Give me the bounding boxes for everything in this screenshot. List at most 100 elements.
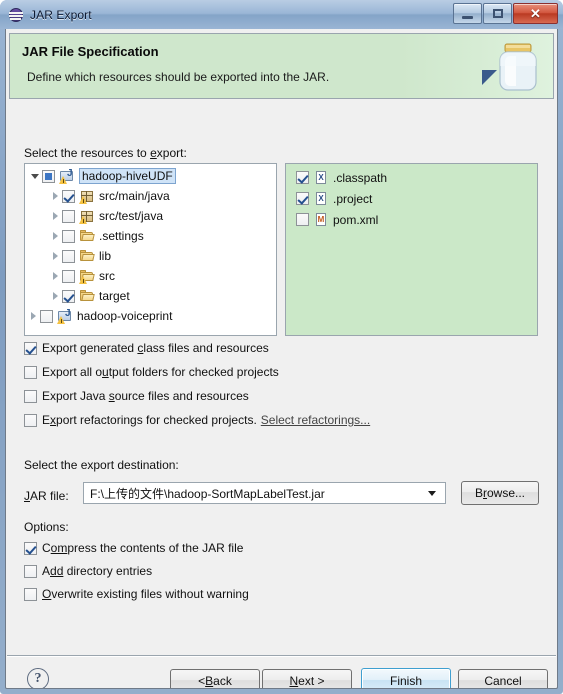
jar-option-row[interactable]: Compress the contents of the JAR file (24, 541, 243, 555)
export-option-checkbox[interactable] (24, 341, 37, 355)
tree-row[interactable]: Jhadoop-hiveUDF (25, 166, 276, 186)
folder-icon (79, 228, 95, 244)
close-icon: ✕ (530, 6, 541, 21)
chevron-right-icon[interactable] (53, 232, 58, 240)
tree-row[interactable]: .settings (25, 226, 276, 246)
export-option-label: Export all output folders for checked pr… (42, 365, 279, 379)
chevron-down-icon[interactable] (428, 490, 436, 496)
jar-option-checkbox[interactable] (24, 587, 37, 601)
options-section-label: Options: (24, 520, 69, 534)
maven-file-icon: M (316, 212, 326, 226)
file-checkbox[interactable] (296, 171, 309, 184)
tree-row[interactable]: src/main/java (25, 186, 276, 206)
help-button[interactable]: ? (27, 668, 49, 688)
title-bar: JAR Export ✕ (0, 0, 563, 29)
button-bar: ? < Back Next > Finish Cancel (6, 656, 557, 688)
jar-option-label: Compress the contents of the JAR file (42, 541, 244, 555)
tree-checkbox[interactable] (62, 269, 75, 283)
tree-item-label: src (99, 269, 115, 283)
export-option-checkbox[interactable] (24, 365, 37, 379)
folder-icon (79, 248, 95, 264)
export-arrow-icon (482, 70, 497, 85)
export-option-row[interactable]: Export all output folders for checked pr… (24, 365, 279, 379)
maximize-button[interactable] (483, 3, 512, 24)
file-list-item[interactable]: Mpom.xml (286, 209, 537, 230)
jar-file-combo[interactable]: F:\上传的文件\hadoop-SortMapLabelTest.jar (83, 482, 446, 504)
window-controls: ✕ (452, 3, 558, 24)
jar-jar-icon (499, 43, 537, 91)
xml-file-icon: X (313, 191, 329, 207)
tree-checkbox[interactable] (42, 169, 55, 183)
chevron-right-icon[interactable] (31, 312, 36, 320)
export-option-checkbox[interactable] (24, 413, 37, 427)
file-checkbox[interactable] (296, 192, 309, 205)
jar-export-dialog: JAR Export ✕ JAR File Specification Defi… (0, 0, 563, 694)
dialog-client-area: JAR File Specification Define which reso… (5, 29, 558, 689)
chevron-right-icon[interactable] (53, 252, 58, 260)
jar-option-checkbox[interactable] (24, 564, 37, 578)
warning-overlay-icon (79, 196, 88, 204)
export-option-checkbox[interactable] (24, 389, 37, 403)
warning-overlay-icon (59, 176, 68, 184)
tree-checkbox[interactable] (62, 209, 75, 223)
tree-item-label: target (99, 289, 130, 303)
file-item-label: .project (333, 191, 373, 206)
select-refactorings-link[interactable]: Select refactorings... (261, 413, 370, 427)
jar-option-row[interactable]: Overwrite existing files without warning (24, 587, 249, 601)
browse-button[interactable]: Br owse... (461, 481, 539, 505)
folder-warning-icon (79, 268, 95, 284)
java-project-icon: J (59, 168, 75, 184)
tree-checkbox[interactable] (62, 189, 75, 203)
tree-checkbox[interactable] (40, 309, 53, 323)
finish-button[interactable]: Finish (361, 668, 451, 688)
tree-checkbox[interactable] (62, 289, 75, 303)
tree-row[interactable]: Jhadoop-voiceprint (25, 306, 276, 326)
tree-row[interactable]: target (25, 286, 276, 306)
chevron-right-icon[interactable] (53, 192, 58, 200)
tree-row[interactable]: src/test/java (25, 206, 276, 226)
jar-option-row[interactable]: Add directory entries (24, 564, 152, 578)
chevron-right-icon[interactable] (53, 272, 58, 280)
destination-section-label: Select the export destination: (24, 458, 179, 472)
file-list-item[interactable]: X .classpath (286, 167, 537, 188)
cancel-button[interactable]: Cancel (458, 669, 548, 688)
tree-row[interactable]: src (25, 266, 276, 286)
jar-option-checkbox[interactable] (24, 541, 37, 555)
warning-overlay-icon (79, 276, 88, 284)
resource-tree[interactable]: Jhadoop-hiveUDF src/main/java src/test/jav… (24, 163, 277, 336)
jar-option-label: Overwrite existing files without warning (42, 587, 249, 601)
back-button[interactable]: < Back (170, 669, 260, 688)
export-option-row[interactable]: Export generated class files and resourc… (24, 341, 269, 355)
chevron-right-icon[interactable] (53, 212, 58, 220)
dialog-body: Select the resources to export: Jhadoop-… (6, 101, 557, 655)
warning-overlay-icon (79, 216, 88, 224)
file-item-label: pom.xml (333, 212, 379, 227)
wizard-page-header: JAR File Specification Define which reso… (9, 33, 554, 99)
chevron-down-icon[interactable] (31, 173, 39, 179)
tree-item-label: hadoop-voiceprint (77, 309, 173, 323)
close-button[interactable]: ✕ (513, 3, 558, 24)
tree-item-label: lib (99, 249, 112, 263)
page-description: Define which resources should be exporte… (27, 70, 330, 84)
tree-item-label: src/main/java (99, 189, 170, 203)
minimize-button[interactable] (453, 3, 482, 24)
file-checkbox[interactable] (296, 213, 309, 226)
maximize-icon (492, 9, 503, 18)
export-option-label: Export refactorings for checked projects… (42, 413, 257, 427)
export-option-label: Export Java source files and resources (42, 389, 249, 403)
tree-checkbox[interactable] (62, 249, 75, 263)
next-button[interactable]: Next > (262, 669, 352, 688)
resource-file-list[interactable]: X .classpath X .project Mpom.xml (285, 163, 538, 336)
window-title: JAR Export (30, 7, 92, 22)
tree-row[interactable]: lib (25, 246, 276, 266)
resources-label: Select the resources to export: (24, 146, 187, 160)
file-item-label: .classpath (333, 170, 388, 185)
export-option-row[interactable]: Export Java source files and resources (24, 389, 249, 403)
source-package-icon (79, 188, 95, 204)
export-option-row[interactable]: Export refactorings for checked projects… (24, 413, 370, 427)
file-list-item[interactable]: X .project (286, 188, 537, 209)
eclipse-globe-icon (8, 7, 24, 23)
warning-overlay-icon (57, 316, 66, 324)
chevron-right-icon[interactable] (53, 292, 58, 300)
tree-checkbox[interactable] (62, 229, 75, 243)
